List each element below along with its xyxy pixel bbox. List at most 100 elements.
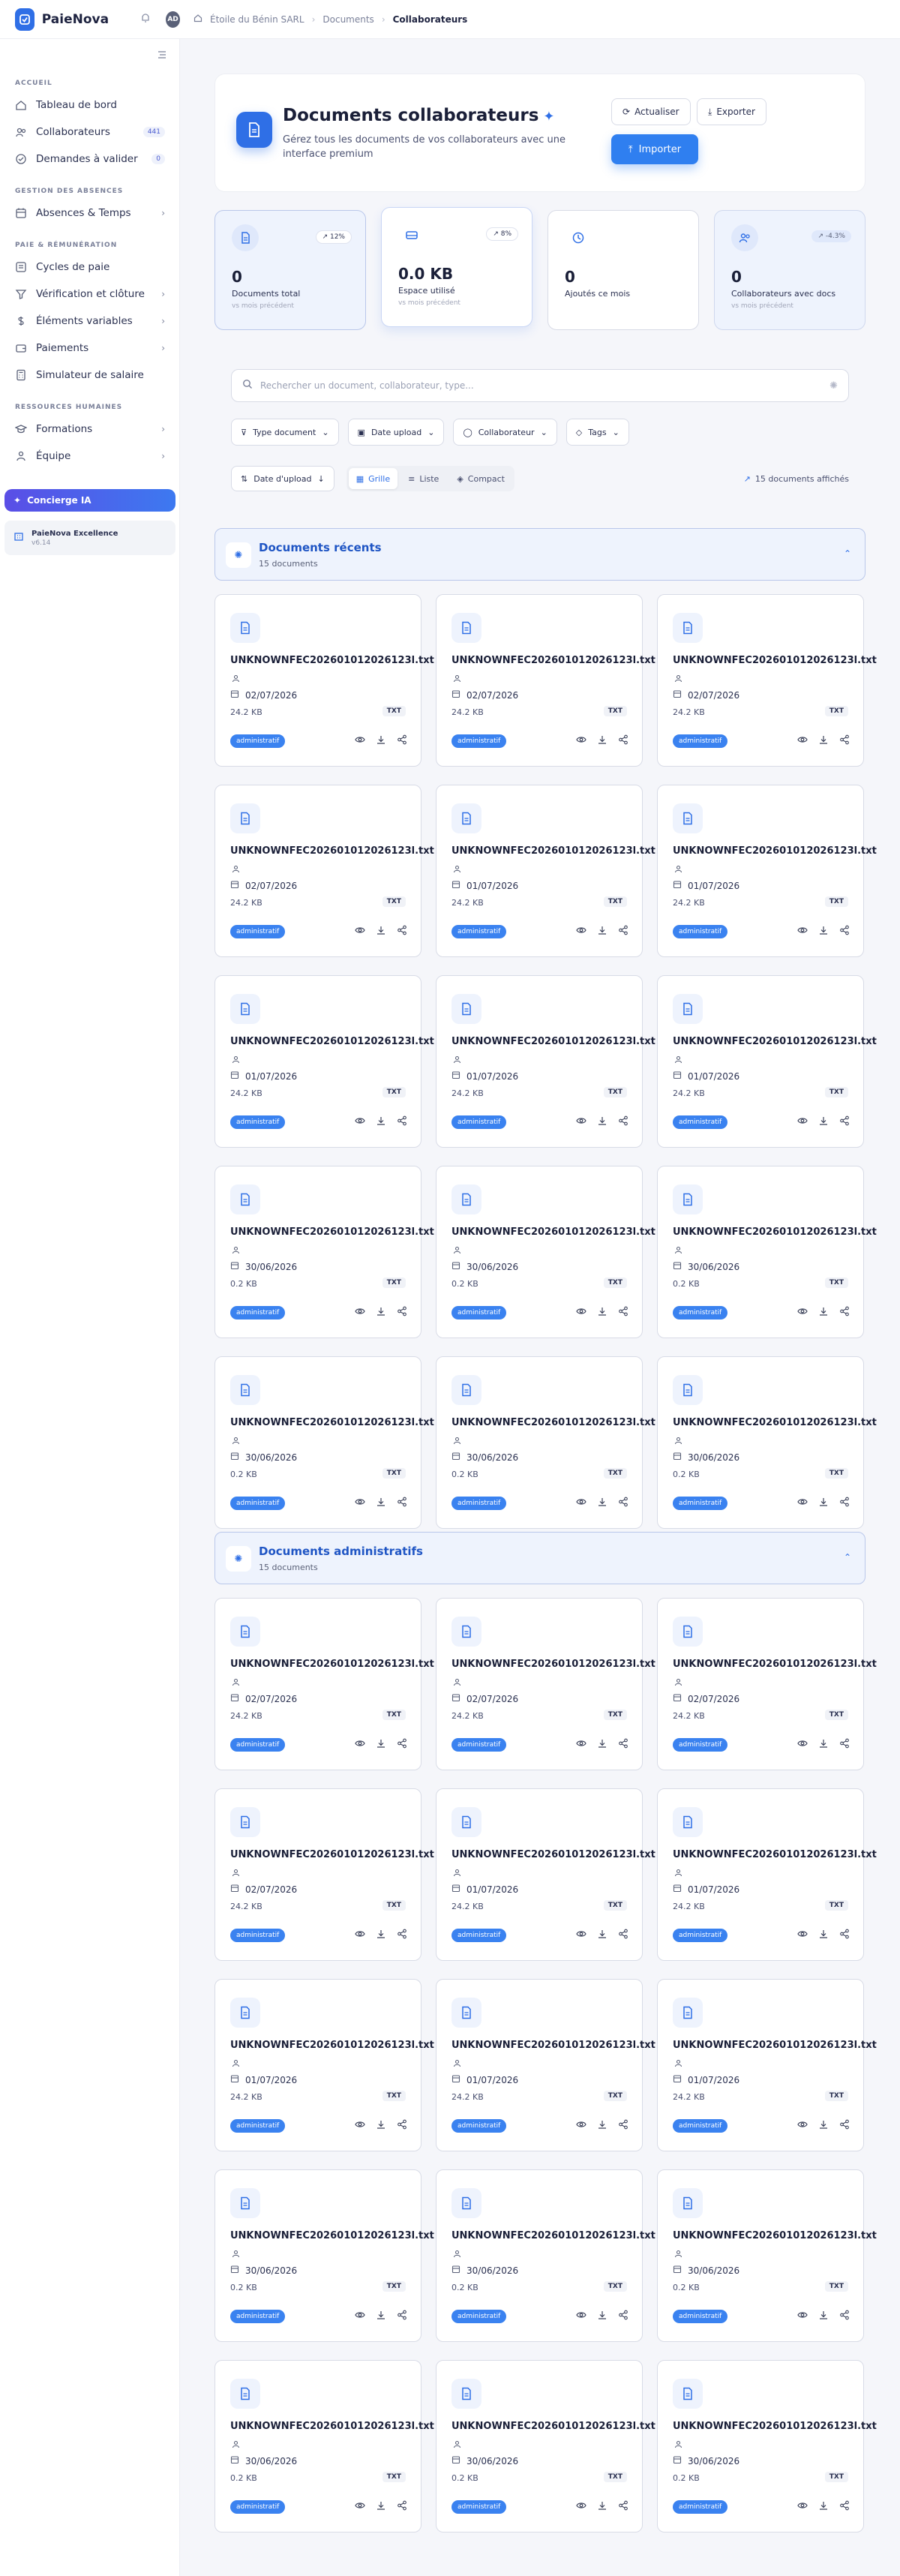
document-name[interactable]: UNKNOWNFEC202601012026123l.txt: [452, 2040, 656, 2051]
document-name[interactable]: UNKNOWNFEC202601012026123l.txt: [673, 2040, 877, 2051]
document-name[interactable]: UNKNOWNFEC202601012026123l.txt: [452, 2230, 656, 2241]
search-input[interactable]: Rechercher un document, collaborateur, t…: [260, 380, 822, 391]
share-icon[interactable]: [397, 2310, 407, 2323]
sidebar-item[interactable]: Collaborateurs 441: [0, 119, 180, 146]
document-name[interactable]: UNKNOWNFEC202601012026123l.txt: [673, 2230, 877, 2241]
eye-icon[interactable]: [355, 1115, 365, 1129]
eye-icon[interactable]: [576, 1497, 586, 1510]
download-icon[interactable]: [597, 2310, 608, 2323]
document-name[interactable]: UNKNOWNFEC202601012026123l.txt: [452, 2421, 656, 2432]
eye-icon[interactable]: [355, 1738, 365, 1752]
share-icon[interactable]: [839, 1497, 850, 1510]
document-tag[interactable]: administratif: [673, 1929, 728, 1942]
document-tag[interactable]: administratif: [452, 1497, 507, 1510]
document-card[interactable]: UNKNOWNFEC202601012026123l.txt 02/07/2026…: [657, 1598, 877, 1770]
document-tag[interactable]: administratif: [673, 2310, 728, 2323]
filter-dropdown[interactable]: ▣ Date upload ⌄: [347, 419, 445, 446]
share-icon[interactable]: [839, 1115, 850, 1129]
eye-icon[interactable]: [355, 1929, 365, 1942]
document-name[interactable]: UNKNOWNFEC202601012026123l.txt: [673, 1036, 877, 1047]
document-tag[interactable]: administratif: [452, 2310, 507, 2323]
document-name[interactable]: UNKNOWNFEC202601012026123l.txt: [230, 1226, 434, 1238]
document-card[interactable]: UNKNOWNFEC202601012026123l.txt 01/07/2026…: [214, 975, 434, 1148]
view-compact-button[interactable]: ◈ Compact: [449, 468, 512, 489]
document-tag[interactable]: administratif: [230, 2310, 286, 2323]
document-tag[interactable]: administratif: [673, 1497, 728, 1510]
document-card[interactable]: UNKNOWNFEC202601012026123l.txt 30/06/2026…: [657, 2360, 877, 2532]
download-icon[interactable]: [376, 2119, 386, 2133]
download-icon[interactable]: [376, 1115, 386, 1129]
document-card[interactable]: UNKNOWNFEC202601012026123l.txt 30/06/2026…: [436, 2169, 656, 2342]
document-tag[interactable]: administratif: [673, 2500, 728, 2514]
eye-icon[interactable]: [576, 1306, 586, 1320]
filter-dropdown[interactable]: ◇ Tags ⌄: [566, 419, 629, 446]
eye-icon[interactable]: [797, 925, 808, 938]
share-icon[interactable]: [397, 1497, 407, 1510]
download-icon[interactable]: [376, 1497, 386, 1510]
download-icon[interactable]: [597, 1497, 608, 1510]
share-icon[interactable]: [618, 1306, 628, 1320]
collapse-sidebar-icon[interactable]: [157, 50, 167, 63]
document-card[interactable]: UNKNOWNFEC202601012026123l.txt 01/07/2026…: [436, 1788, 656, 1961]
eye-icon[interactable]: [355, 734, 365, 748]
document-card[interactable]: UNKNOWNFEC202601012026123l.txt 30/06/2026…: [436, 1356, 656, 1529]
document-tag[interactable]: administratif: [452, 1929, 507, 1942]
sidebar-item[interactable]: Tableau de bord: [0, 92, 180, 119]
document-name[interactable]: UNKNOWNFEC202601012026123l.txt: [673, 845, 877, 857]
document-tag[interactable]: administratif: [452, 1115, 507, 1129]
filter-dropdown[interactable]: ◯ Collaborateur ⌄: [453, 419, 557, 446]
document-card[interactable]: UNKNOWNFEC202601012026123l.txt 02/07/2026…: [214, 1788, 434, 1961]
document-tag[interactable]: administratif: [230, 1115, 286, 1129]
document-name[interactable]: UNKNOWNFEC202601012026123l.txt: [673, 1849, 877, 1860]
document-card[interactable]: UNKNOWNFEC202601012026123l.txt 30/06/2026…: [657, 2169, 877, 2342]
download-icon[interactable]: [597, 1738, 608, 1752]
document-card[interactable]: UNKNOWNFEC202601012026123l.txt 02/07/2026…: [657, 594, 877, 767]
document-card[interactable]: UNKNOWNFEC202601012026123l.txt 01/07/2026…: [436, 975, 656, 1148]
document-tag[interactable]: administratif: [673, 2119, 728, 2133]
document-card[interactable]: UNKNOWNFEC202601012026123l.txt 02/07/2026…: [214, 785, 434, 957]
document-card[interactable]: UNKNOWNFEC202601012026123l.txt 30/06/2026…: [657, 1356, 877, 1529]
ai-sparkle-icon[interactable]: ✺: [830, 380, 838, 392]
share-icon[interactable]: [839, 734, 850, 748]
share-icon[interactable]: [839, 1738, 850, 1752]
document-card[interactable]: UNKNOWNFEC202601012026123l.txt 01/07/2026…: [436, 785, 656, 957]
download-icon[interactable]: [818, 1929, 829, 1942]
download-icon[interactable]: [818, 1115, 829, 1129]
document-tag[interactable]: administratif: [452, 1306, 507, 1320]
eye-icon[interactable]: [576, 2310, 586, 2323]
document-name[interactable]: UNKNOWNFEC202601012026123l.txt: [230, 2230, 434, 2241]
view-grid-button[interactable]: ▦ Grille: [348, 468, 398, 489]
download-icon[interactable]: [597, 1306, 608, 1320]
eye-icon[interactable]: [355, 1497, 365, 1510]
document-card[interactable]: UNKNOWNFEC202601012026123l.txt 01/07/2026…: [657, 1788, 877, 1961]
document-tag[interactable]: administratif: [452, 734, 507, 748]
share-icon[interactable]: [618, 1497, 628, 1510]
document-tag[interactable]: administratif: [230, 1738, 286, 1752]
eye-icon[interactable]: [797, 2119, 808, 2133]
document-card[interactable]: UNKNOWNFEC202601012026123l.txt 30/06/2026…: [214, 1356, 434, 1529]
document-name[interactable]: UNKNOWNFEC202601012026123l.txt: [673, 655, 877, 666]
breadcrumb-documents[interactable]: Documents: [322, 14, 374, 25]
document-tag[interactable]: administratif: [230, 1306, 286, 1320]
sidebar-item[interactable]: Cycles de paie: [0, 254, 180, 281]
sidebar-item[interactable]: Éléments variables ›: [0, 308, 180, 335]
document-card[interactable]: UNKNOWNFEC202601012026123l.txt 30/06/2026…: [436, 2360, 656, 2532]
share-icon[interactable]: [397, 1929, 407, 1942]
export-button[interactable]: ⤓ Exporter: [697, 98, 766, 125]
document-name[interactable]: UNKNOWNFEC202601012026123l.txt: [673, 1417, 877, 1428]
share-icon[interactable]: [397, 925, 407, 938]
document-name[interactable]: UNKNOWNFEC202601012026123l.txt: [452, 1036, 656, 1047]
sort-button[interactable]: ⇅ Date d'upload ↓: [231, 466, 334, 491]
document-name[interactable]: UNKNOWNFEC202601012026123l.txt: [452, 1849, 656, 1860]
document-name[interactable]: UNKNOWNFEC202601012026123l.txt: [673, 1659, 877, 1670]
eye-icon[interactable]: [797, 1738, 808, 1752]
sidebar-item[interactable]: Vérification et clôture ›: [0, 281, 180, 308]
document-name[interactable]: UNKNOWNFEC202601012026123l.txt: [230, 655, 434, 666]
document-card[interactable]: UNKNOWNFEC202601012026123l.txt 01/07/2026…: [214, 1979, 434, 2151]
eye-icon[interactable]: [355, 2310, 365, 2323]
document-name[interactable]: UNKNOWNFEC202601012026123l.txt: [673, 1226, 877, 1238]
document-name[interactable]: UNKNOWNFEC202601012026123l.txt: [452, 655, 656, 666]
sidebar-item[interactable]: Formations ›: [0, 416, 180, 443]
document-card[interactable]: UNKNOWNFEC202601012026123l.txt 02/07/2026…: [436, 1598, 656, 1770]
filter-dropdown[interactable]: ⊽ Type document ⌄: [231, 419, 339, 446]
